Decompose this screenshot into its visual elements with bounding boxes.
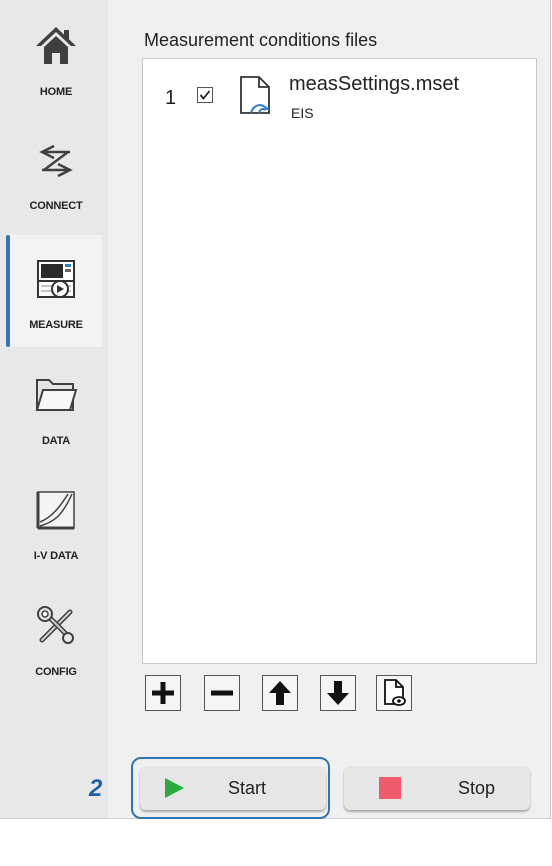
main-panel: Measurement conditions files 1 measSetti… xyxy=(108,0,550,818)
iv-curve-icon xyxy=(36,491,75,530)
file-index: 1 xyxy=(165,87,177,109)
move-up-button[interactable] xyxy=(262,675,298,711)
sidebar-item-label: MEASURE xyxy=(29,319,83,331)
preview-button[interactable] xyxy=(376,675,412,711)
checkmark-icon xyxy=(199,90,211,100)
file-checkbox[interactable] xyxy=(197,87,213,103)
stop-button-label: Stop xyxy=(458,778,496,798)
preview-file-icon xyxy=(384,679,406,706)
remove-icon xyxy=(211,690,233,696)
remove-button[interactable] xyxy=(204,675,240,711)
tools-icon xyxy=(37,606,74,644)
sidebar-item-home[interactable]: HOME xyxy=(6,2,102,114)
section-title: Measurement conditions files xyxy=(144,30,378,50)
stop-icon xyxy=(379,777,401,799)
connect-icon xyxy=(39,144,73,178)
file-name: measSettings.mset xyxy=(289,73,460,95)
app-window: HOME CONNECT MEASURE DATA I-V DATA CONFI… xyxy=(0,0,551,819)
arrow-up-icon xyxy=(269,681,291,705)
sidebar-item-measure[interactable]: MEASURE xyxy=(6,235,102,347)
arrow-down-icon xyxy=(327,681,349,705)
file-type: EIS xyxy=(291,105,314,121)
add-icon xyxy=(152,682,174,704)
home-icon xyxy=(36,27,76,64)
sidebar: HOME CONNECT MEASURE DATA I-V DATA CONFI… xyxy=(0,0,108,818)
measure-icon xyxy=(37,260,75,298)
file-list[interactable]: 1 measSettings.mset EIS xyxy=(142,58,537,664)
sidebar-item-label: I-V DATA xyxy=(33,550,79,562)
sidebar-item-config[interactable]: CONFIG xyxy=(6,582,102,694)
stop-button[interactable]: Stop xyxy=(344,766,530,810)
sidebar-item-label: CONFIG xyxy=(35,666,77,678)
step-number: 2 xyxy=(89,775,103,802)
play-icon xyxy=(165,778,184,798)
settings-file-icon xyxy=(240,76,270,114)
sidebar-item-label: DATA xyxy=(41,435,71,447)
move-down-button[interactable] xyxy=(320,675,356,711)
list-item[interactable]: 1 measSettings.mset EIS xyxy=(143,59,536,129)
start-button-label: Start xyxy=(228,778,267,798)
sidebar-item-connect[interactable]: CONNECT xyxy=(6,116,102,228)
sidebar-item-iv-data[interactable]: I-V DATA xyxy=(6,466,102,578)
start-button[interactable]: Start xyxy=(140,766,326,810)
folder-icon xyxy=(35,379,78,411)
add-button[interactable] xyxy=(145,675,181,711)
sidebar-item-label: CONNECT xyxy=(29,200,83,212)
sidebar-item-data[interactable]: DATA xyxy=(6,351,102,463)
sidebar-item-label: HOME xyxy=(39,86,73,98)
